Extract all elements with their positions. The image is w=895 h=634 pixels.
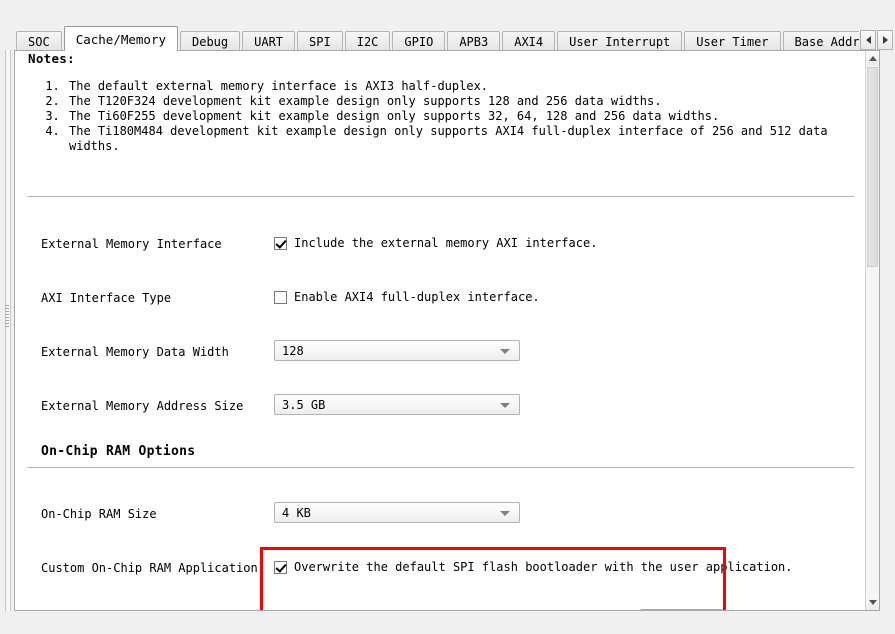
triangle-left-icon — [865, 36, 871, 44]
tab-bar: SOC Cache/Memory Debug UART SPI I2C GPIO… — [0, 25, 895, 51]
custom-on-chip-ram-application-checkbox-label: Overwrite the default SPI flash bootload… — [294, 560, 793, 574]
external-memory-data-width-dropdown[interactable]: 128 — [274, 340, 520, 361]
user-application-path-row: /my_soc/software/standalone/bootloader/b… — [274, 609, 723, 610]
tab-i2c[interactable]: I2C — [344, 31, 391, 51]
tab-debug[interactable]: Debug — [180, 31, 241, 51]
external-memory-data-width-label: External Memory Data Width — [41, 345, 229, 359]
on-chip-ram-size-label: On-Chip RAM Size — [41, 507, 157, 521]
note-item: The Ti60F255 development kit example des… — [67, 109, 867, 124]
external-memory-interface-checkbox-label: Include the external memory AXI interfac… — [294, 236, 598, 250]
scroll-up-button[interactable] — [866, 51, 879, 66]
tab-scroll-controls — [859, 29, 893, 51]
tab-axi4[interactable]: AXI4 — [502, 31, 556, 51]
on-chip-ram-options-divider — [27, 467, 854, 468]
cache-memory-panel: Notes: The default external memory inter… — [14, 50, 880, 611]
note-item: The Ti180M484 development kit example de… — [67, 124, 867, 154]
chevron-down-icon — [500, 402, 510, 408]
custom-on-chip-ram-application-label: Custom On-Chip RAM Application — [41, 561, 258, 575]
tab-user-interrupt[interactable]: User Interrupt — [557, 31, 683, 51]
tab-spi[interactable]: SPI — [297, 31, 343, 51]
triangle-right-icon — [882, 36, 888, 44]
notes-divider — [27, 196, 854, 197]
tab-user-timer[interactable]: User Timer — [684, 31, 781, 51]
left-gutter — [0, 50, 14, 611]
tab-list: SOC Cache/Memory Debug UART SPI I2C GPIO… — [0, 25, 859, 51]
splitter-grip-icon[interactable] — [5, 305, 9, 329]
external-memory-address-size-combo[interactable]: 3.5 GB — [274, 394, 520, 415]
external-memory-data-width-value: 128 — [282, 343, 304, 358]
triangle-up-icon — [868, 56, 877, 61]
chevron-down-icon — [500, 510, 510, 516]
left-splitter-bar[interactable] — [5, 50, 11, 611]
external-memory-address-size-label: External Memory Address Size — [41, 399, 244, 413]
note-item: The default external memory interface is… — [67, 79, 867, 94]
on-chip-ram-options-heading: On-Chip RAM Options — [41, 444, 196, 459]
axi-interface-type-label: AXI Interface Type — [41, 291, 172, 305]
browse-button[interactable]: Browse — [640, 609, 723, 610]
notes-list: The default external memory interface is… — [41, 79, 867, 154]
panel-content: Notes: The default external memory inter… — [15, 51, 867, 610]
custom-on-chip-ram-application-checkbox-row[interactable]: Overwrite the default SPI flash bootload… — [274, 560, 793, 574]
tab-apb3[interactable]: APB3 — [447, 31, 501, 51]
chevron-down-icon — [500, 348, 510, 354]
external-memory-interface-label: External Memory Interface — [41, 237, 222, 251]
custom-on-chip-ram-application-checkbox[interactable] — [274, 560, 287, 574]
axi-interface-type-checkbox-label: Enable AXI4 full-duplex interface. — [294, 290, 540, 304]
vertical-scrollbar[interactable] — [865, 51, 879, 610]
tab-gpio[interactable]: GPIO — [392, 31, 446, 51]
tab-scroll-right-button[interactable] — [877, 30, 893, 50]
tab-uart[interactable]: UART — [242, 31, 296, 51]
on-chip-ram-size-dropdown[interactable]: 4 KB — [274, 502, 520, 523]
tab-soc[interactable]: SOC — [16, 31, 62, 51]
axi-interface-type-checkbox-row[interactable]: Enable AXI4 full-duplex interface. — [274, 290, 540, 304]
on-chip-ram-size-combo[interactable]: 4 KB — [274, 502, 520, 523]
scrollbar-thumb[interactable] — [867, 67, 878, 267]
tab-scroll-left-button[interactable] — [860, 30, 876, 50]
external-memory-address-size-value: 3.5 GB — [282, 397, 326, 412]
external-memory-address-size-dropdown[interactable]: 3.5 GB — [274, 394, 520, 415]
triangle-down-icon — [868, 600, 877, 605]
external-memory-interface-checkbox-row[interactable]: Include the external memory AXI interfac… — [274, 236, 597, 250]
notes-heading: Notes: — [28, 51, 75, 66]
tab-base-address[interactable]: Base Address — [782, 31, 859, 51]
on-chip-ram-size-value: 4 KB — [282, 505, 311, 520]
external-memory-interface-checkbox[interactable] — [274, 236, 287, 250]
note-item: The T120F324 development kit example des… — [67, 94, 867, 109]
tab-cache-memory[interactable]: Cache/Memory — [63, 26, 178, 51]
soc-configuration-window: SOC Cache/Memory Debug UART SPI I2C GPIO… — [0, 0, 895, 634]
scroll-down-button[interactable] — [866, 595, 879, 610]
user-application-path-input[interactable]: /my_soc/software/standalone/bootloader/b… — [274, 609, 635, 610]
highlight-annotation-box — [260, 547, 726, 610]
external-memory-data-width-combo[interactable]: 128 — [274, 340, 520, 361]
axi-interface-type-checkbox[interactable] — [274, 290, 287, 304]
